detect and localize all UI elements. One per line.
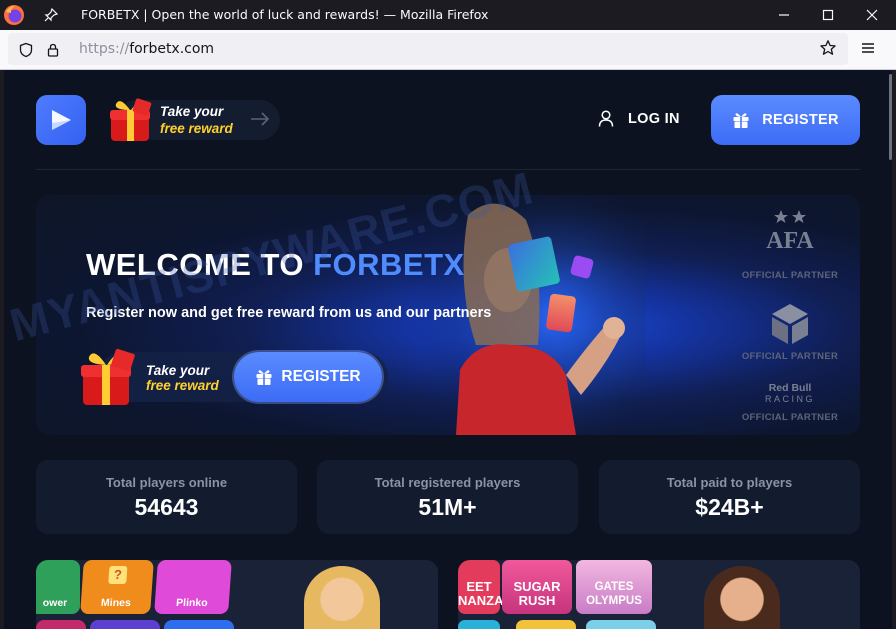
- stat-label: Total registered players: [374, 475, 521, 490]
- login-button[interactable]: LOG IN: [598, 110, 680, 127]
- window-titlebar: FORBETX | Open the world of luck and rew…: [0, 0, 896, 30]
- register-button-hero[interactable]: REGISTER: [234, 352, 382, 402]
- cube-partner-logo-icon: [772, 304, 808, 344]
- hero-subtitle: Register now and get free reward from us…: [86, 305, 492, 321]
- hero-banner: WELCOME TO FORBETX Register now and get …: [36, 195, 860, 435]
- game-tile-label: EET NANZA: [458, 579, 504, 608]
- navigation-toolbar: https://forbetx.com: [0, 30, 896, 70]
- hero-reward-line2: free reward: [146, 378, 219, 393]
- site-logo[interactable]: [36, 95, 86, 145]
- reward-line1: Take your: [160, 104, 224, 119]
- stat-label: Total players online: [105, 475, 228, 490]
- hero-title-brand: FORBETX: [313, 247, 465, 282]
- game-tile-mines[interactable]: ? Mines: [80, 560, 154, 614]
- gift-box-large-icon: [81, 348, 135, 405]
- game-tile-extra[interactable]: [516, 620, 576, 629]
- stat-card-registered: Total registered players 51M+: [317, 460, 578, 534]
- stat-value: 54643: [134, 494, 199, 520]
- question-icon: ?: [108, 566, 128, 584]
- header-reward-text: Take your free reward: [160, 103, 233, 137]
- games-panel-originals[interactable]: ower ? Mines Plinko: [36, 560, 438, 629]
- header-divider: [36, 169, 860, 170]
- partner-caption-redbull: OFFICIAL PARTNER: [741, 412, 839, 423]
- promo-woman-image: [304, 566, 380, 629]
- firefox-logo-icon: [4, 5, 24, 25]
- hero-reward-line1: Take your: [146, 363, 210, 378]
- hamburger-menu-icon[interactable]: [860, 40, 876, 56]
- stat-value: $24B+: [695, 494, 764, 520]
- address-bar[interactable]: https://forbetx.com: [8, 33, 848, 65]
- page-scrollbar[interactable]: [889, 70, 892, 629]
- stat-card-online: Total players online 54643: [36, 460, 297, 534]
- maximize-icon[interactable]: [818, 5, 838, 25]
- game-tile-tower[interactable]: ower: [36, 560, 80, 614]
- register-label: REGISTER: [762, 112, 839, 128]
- login-label: LOG IN: [628, 110, 680, 127]
- shield-icon[interactable]: [18, 42, 34, 58]
- game-tile-label: GATES OLYMPUS: [586, 581, 642, 607]
- gift-icon: [733, 113, 749, 128]
- user-icon: [598, 110, 614, 127]
- url-host: forbetx.com: [129, 41, 215, 57]
- promo-woman-image: [704, 566, 780, 629]
- page-content: Take your free reward LOG IN REGISTER WE…: [4, 70, 892, 629]
- games-panel-slots[interactable]: EET NANZA SUGAR RUSH GATES OLYMPUS: [458, 560, 860, 629]
- redbull-line2: RACING: [764, 394, 815, 404]
- gift-icon: [256, 370, 272, 385]
- stat-label: Total paid to players: [666, 475, 793, 490]
- url-text[interactable]: https://forbetx.com: [79, 41, 214, 57]
- stat-value: 51M+: [418, 494, 477, 520]
- game-tile-label: Mines: [100, 597, 132, 609]
- game-tile-sweet-bonanza[interactable]: EET NANZA: [458, 560, 504, 614]
- lock-icon[interactable]: [45, 42, 61, 58]
- partner-caption-afa: OFFICIAL PARTNER: [741, 270, 839, 281]
- hero-title-white: WELCOME TO: [86, 247, 314, 282]
- stat-card-paid: Total paid to players $24B+: [599, 460, 860, 534]
- close-icon[interactable]: [862, 5, 882, 25]
- url-scheme: https://: [79, 41, 130, 57]
- afa-stars-icon: [774, 210, 806, 223]
- partner-caption-cube: OFFICIAL PARTNER: [741, 351, 839, 362]
- game-tile-extra[interactable]: [586, 620, 656, 629]
- arrow-right-icon[interactable]: [250, 112, 270, 126]
- hero-register-label: REGISTER: [281, 368, 361, 385]
- scrollbar-thumb[interactable]: [889, 74, 892, 160]
- floating-card-orange: [545, 293, 577, 333]
- bookmark-star-icon[interactable]: [819, 39, 837, 57]
- reward-line2: free reward: [160, 121, 233, 136]
- game-tile-label: SUGAR RUSH: [513, 579, 561, 608]
- game-tile-gates-olympus[interactable]: GATES OLYMPUS: [576, 560, 652, 614]
- game-tile-sugar-rush[interactable]: SUGAR RUSH: [502, 560, 572, 614]
- minimize-icon[interactable]: [774, 5, 794, 25]
- game-tile-extra[interactable]: [458, 620, 500, 629]
- hero-reward-text: Take your free reward: [146, 363, 219, 393]
- logo-play-icon: [52, 110, 71, 130]
- game-tile-label: ower: [42, 597, 68, 609]
- register-button-header[interactable]: REGISTER: [711, 95, 860, 145]
- redbull-line1: Red Bull: [768, 382, 812, 394]
- game-tile-extra[interactable]: [90, 620, 160, 629]
- game-tile-extra[interactable]: [164, 620, 234, 629]
- game-tile-plinko[interactable]: Plinko: [154, 560, 232, 614]
- gift-box-icon: [110, 98, 152, 141]
- game-tile-label: Plinko: [175, 597, 209, 609]
- pin-icon[interactable]: [43, 7, 59, 23]
- hero-title: WELCOME TO FORBETX: [86, 247, 465, 283]
- game-tile-extra[interactable]: [36, 620, 86, 629]
- afa-logo: AFA: [766, 228, 814, 254]
- partners-column: AFA OFFICIAL PARTNER OFFICIAL PARTNER Re…: [730, 195, 850, 435]
- window-title: FORBETX | Open the world of luck and rew…: [81, 7, 489, 22]
- redbull-racing-logo: Red Bull RACING: [730, 383, 850, 405]
